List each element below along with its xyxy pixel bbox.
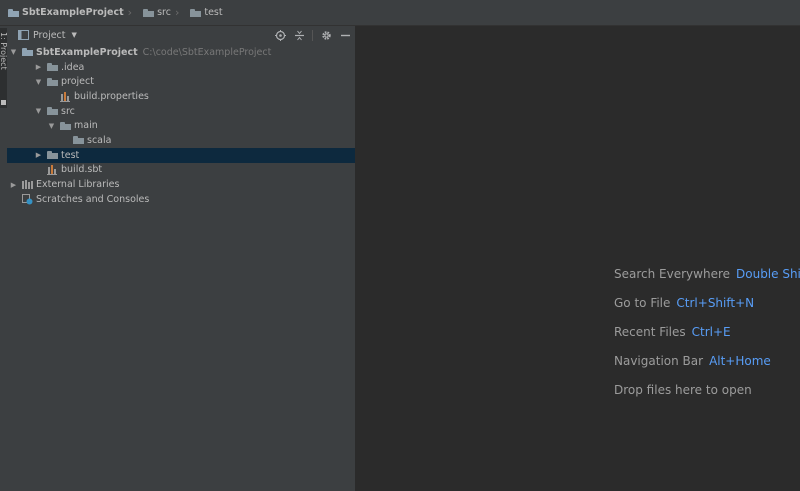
tree-item-scratches[interactable]: Scratches and Consoles [7,192,355,207]
project-panel-header: Project ▼ [7,26,355,44]
tree-item-external-libraries[interactable]: ▶ External Libraries [7,177,355,192]
locate-icon[interactable] [274,29,286,41]
project-folder-icon [21,47,33,58]
hint-text: Navigation Bar [614,353,704,368]
project-panel: Project ▼ ▼ SbtExampleProject C:\code\Sb… [7,26,356,491]
expanded-arrow-icon[interactable]: ▼ [47,122,56,130]
folder-icon [46,106,58,117]
editor-empty-area[interactable]: Search Everywhere Double Shift Go to Fil… [356,26,800,491]
tree-item-label: build.sbt [61,164,103,176]
expanded-arrow-icon[interactable]: ▼ [34,107,43,115]
breadcrumb-label: test [204,7,223,18]
hint-recent-files: Recent Files Ctrl+E [614,317,800,346]
hint-shortcut: Double Shift [736,266,800,281]
folder-icon [189,7,201,18]
tree-item-build-sbt[interactable]: build.sbt [7,163,355,178]
project-view-selector[interactable]: Project ▼ [14,30,77,41]
toolbar-divider [312,29,313,41]
hide-minimize-icon[interactable] [339,29,351,41]
settings-gear-icon[interactable] [320,29,332,41]
project-view-label: Project [33,29,66,41]
breadcrumb-item-src[interactable]: src [135,0,171,26]
folder-icon [46,62,58,73]
tree-item-label: src [61,105,75,117]
project-path: C:\code\SbtExampleProject [142,46,272,58]
chevron-right-icon: › [127,6,133,19]
hint-search-everywhere: Search Everywhere Double Shift [614,259,800,288]
tree-item-sbtexampleproject[interactable]: ▼ SbtExampleProject C:\code\SbtExamplePr… [7,45,355,60]
library-icon [21,179,33,190]
expanded-arrow-icon[interactable]: ▼ [9,48,18,56]
dropdown-arrow-icon: ▼ [71,31,77,39]
editor-hints: Search Everywhere Double Shift Go to Fil… [614,259,800,404]
hint-shortcut: Alt+Home [709,353,771,368]
hint-text: Recent Files [614,324,686,339]
breadcrumb: SbtExampleProject › src › test [0,0,800,26]
project-tree: ▼ SbtExampleProject C:\code\SbtExamplePr… [7,45,355,207]
tree-item-label: build.properties [74,90,149,102]
tree-item-idea[interactable]: ▶ .idea [7,60,355,75]
tree-item-test[interactable]: ▶ test [7,147,355,163]
tree-item-scala[interactable]: scala [7,133,355,148]
project-folder-icon [7,7,19,18]
hint-navigation-bar: Navigation Bar Alt+Home [614,346,800,375]
hint-drop-files: Drop files here to open [614,375,800,404]
tree-item-main[interactable]: ▼ main [7,118,355,133]
properties-file-icon [59,91,71,102]
hint-text: Search Everywhere [614,266,730,281]
tree-item-label: External Libraries [36,179,120,191]
project-window-icon [17,30,29,41]
tree-item-label: project [61,76,94,88]
tree-item-label: test [61,149,80,161]
sbt-file-icon [46,164,58,176]
breadcrumb-item-project[interactable]: SbtExampleProject [0,0,124,26]
tree-item-build-properties[interactable]: build.properties [7,89,355,104]
collapsed-arrow-icon[interactable]: ▶ [34,63,43,71]
breadcrumb-item-test[interactable]: test [182,0,223,26]
collapsed-arrow-icon[interactable]: ▶ [9,181,18,189]
folder-icon [142,7,154,18]
folder-icon [59,120,71,131]
tree-item-label: main [74,120,98,132]
tree-item-label: scala [87,134,112,146]
expanded-arrow-icon[interactable]: ▼ [34,78,43,86]
project-tool-window-tab[interactable]: 1: Project [0,28,8,108]
breadcrumb-label: src [157,7,171,18]
tree-item-project[interactable]: ▼ project [7,74,355,89]
folder-icon [46,76,58,87]
project-tab-icon [1,100,6,105]
hint-shortcut: Ctrl+E [691,324,731,339]
breadcrumb-label: SbtExampleProject [22,7,124,18]
tree-item-label: .idea [61,61,85,73]
tree-item-label: SbtExampleProject [36,46,138,58]
hint-go-to-file: Go to File Ctrl+Shift+N [614,288,800,317]
collapse-all-icon[interactable] [293,29,305,41]
hint-text: Go to File [614,295,671,310]
chevron-right-icon: › [174,6,180,19]
hint-text: Drop files here to open [614,382,752,397]
folder-icon [46,150,58,161]
tree-item-label: Scratches and Consoles [36,193,150,205]
collapsed-arrow-icon[interactable]: ▶ [34,151,43,159]
folder-icon [72,135,84,146]
hint-shortcut: Ctrl+Shift+N [676,295,755,310]
scratches-icon [21,193,33,205]
tree-item-src[interactable]: ▼ src [7,104,355,119]
